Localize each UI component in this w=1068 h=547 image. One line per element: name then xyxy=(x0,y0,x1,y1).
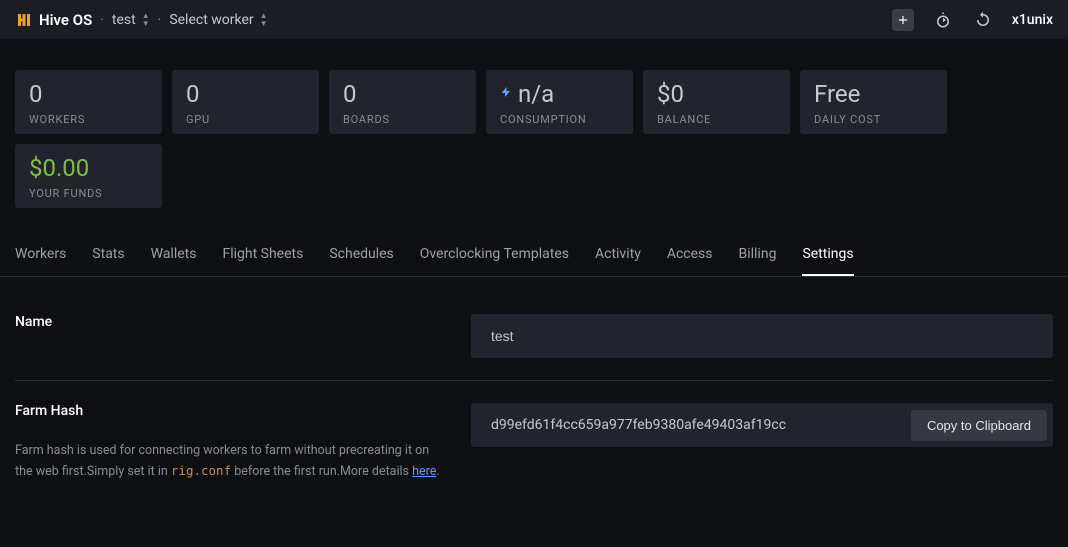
logo[interactable]: Hive OS xyxy=(15,11,92,29)
bolt-icon xyxy=(500,83,512,105)
stat-label: GPU xyxy=(186,113,305,126)
tab-workers[interactable]: Workers xyxy=(15,236,66,276)
copy-button[interactable]: Copy to Clipboard xyxy=(911,410,1047,441)
breadcrumb-worker[interactable]: Select worker ▲▼ xyxy=(169,12,267,28)
tab-settings[interactable]: Settings xyxy=(802,236,853,276)
settings-body: Name Farm Hash Farm hash is used for con… xyxy=(0,277,1068,519)
stat-value: $0.00 xyxy=(29,154,148,183)
tabs: Workers Stats Wallets Flight Sheets Schedule… xyxy=(0,236,1068,277)
hash-value: d99efd61f4cc659a977feb9380afe49403af19cc xyxy=(491,417,911,433)
name-input[interactable] xyxy=(471,314,1053,358)
stat-label: YOUR FUNDS xyxy=(29,187,148,200)
hash-field: d99efd61f4cc659a977feb9380afe49403af19cc… xyxy=(471,403,1053,447)
separator: · xyxy=(158,12,162,28)
stat-label: BALANCE xyxy=(657,113,776,126)
tab-activity[interactable]: Activity xyxy=(595,236,641,276)
desc-code: rig.conf xyxy=(171,463,231,478)
breadcrumb-worker-label: Select worker xyxy=(169,12,253,28)
setting-name-right xyxy=(471,314,1053,358)
stopwatch-button[interactable] xyxy=(932,9,954,31)
stat-value: n/a xyxy=(500,80,619,109)
desc-link-here[interactable]: here xyxy=(412,464,436,479)
header-right: x1unix xyxy=(892,9,1053,31)
chevron-updown-icon: ▲▼ xyxy=(260,12,268,28)
desc-text-mid: before the first run.More details xyxy=(231,464,412,479)
brand-text: Hive OS xyxy=(39,11,92,29)
refresh-button[interactable] xyxy=(972,9,994,31)
stat-value: 0 xyxy=(186,80,305,109)
stat-card-balance[interactable]: $0 BALANCE xyxy=(643,70,790,134)
stat-label: CONSUMPTION xyxy=(500,113,619,126)
stat-value-text: 0 xyxy=(29,80,43,109)
stat-card-gpu[interactable]: 0 GPU xyxy=(172,70,319,134)
stat-value-text: Free xyxy=(814,80,860,109)
header: Hive OS · test ▲▼ · Select worker ▲▼ x1u… xyxy=(0,0,1068,40)
stat-value-text: 0 xyxy=(343,80,357,109)
stat-value-text: $0.00 xyxy=(29,154,89,183)
tab-billing[interactable]: Billing xyxy=(739,236,777,276)
setting-hash-desc: Farm hash is used for connecting workers… xyxy=(15,441,441,482)
tab-stats[interactable]: Stats xyxy=(92,236,124,276)
stat-card-consumption[interactable]: n/a CONSUMPTION xyxy=(486,70,633,134)
stat-value: $0 xyxy=(657,80,776,109)
setting-name-left: Name xyxy=(15,314,471,358)
hive-logo-icon xyxy=(15,11,33,29)
stats-grid: 0 WORKERS 0 GPU 0 BOARDS n/a CONSUMPTION $0 BALAN… xyxy=(0,40,1068,236)
setting-hash-label: Farm Hash xyxy=(15,403,441,419)
add-button[interactable] xyxy=(892,9,914,31)
stat-value-text: n/a xyxy=(518,80,554,109)
stat-card-your-funds[interactable]: $0.00 YOUR FUNDS xyxy=(15,144,162,208)
setting-name-label: Name xyxy=(15,314,441,330)
desc-text-post: . xyxy=(436,464,439,479)
setting-hash-row: Farm Hash Farm hash is used for connecti… xyxy=(15,381,1053,504)
plus-icon xyxy=(896,13,910,27)
stat-value: 0 xyxy=(343,80,462,109)
stat-label: DAILY COST xyxy=(814,113,933,126)
separator: · xyxy=(100,12,104,28)
breadcrumb-farm-label: test xyxy=(112,12,136,28)
tab-flight-sheets[interactable]: Flight Sheets xyxy=(222,236,303,276)
tab-wallets[interactable]: Wallets xyxy=(151,236,197,276)
breadcrumb-farm[interactable]: test ▲▼ xyxy=(112,12,150,28)
stopwatch-icon xyxy=(934,11,952,29)
stat-card-workers[interactable]: 0 WORKERS xyxy=(15,70,162,134)
stat-card-boards[interactable]: 0 BOARDS xyxy=(329,70,476,134)
tab-schedules[interactable]: Schedules xyxy=(329,236,393,276)
stat-label: WORKERS xyxy=(29,113,148,126)
setting-name-row: Name xyxy=(15,292,1053,381)
stat-label: BOARDS xyxy=(343,113,462,126)
username[interactable]: x1unix xyxy=(1012,12,1053,28)
refresh-icon xyxy=(974,11,992,29)
stat-value: 0 xyxy=(29,80,148,109)
stat-value-text: 0 xyxy=(186,80,200,109)
setting-hash-left: Farm Hash Farm hash is used for connecti… xyxy=(15,403,471,482)
tab-overclocking-templates[interactable]: Overclocking Templates xyxy=(420,236,569,276)
chevron-updown-icon: ▲▼ xyxy=(142,12,150,28)
setting-hash-right: d99efd61f4cc659a977feb9380afe49403af19cc… xyxy=(471,403,1053,482)
stat-value: Free xyxy=(814,80,933,109)
stat-value-text: $0 xyxy=(657,80,684,109)
tab-access[interactable]: Access xyxy=(667,236,713,276)
stat-card-daily-cost[interactable]: Free DAILY COST xyxy=(800,70,947,134)
